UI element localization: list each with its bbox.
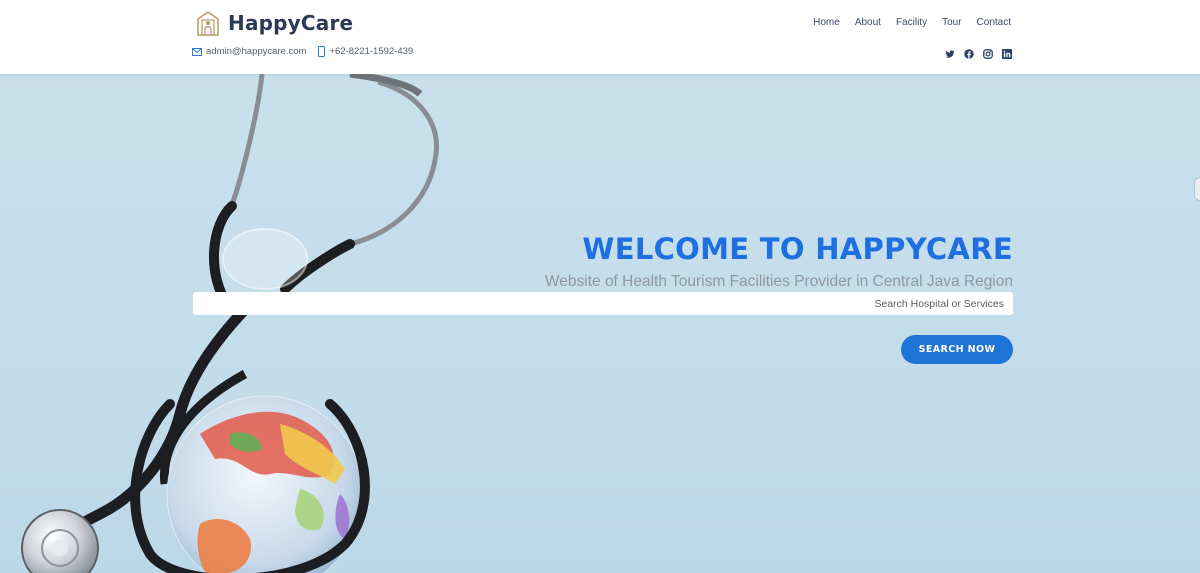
- email-contact[interactable]: admin@happycare.com: [192, 46, 306, 57]
- phone-text: +62-8221-1592-439: [329, 46, 414, 57]
- hero-subtitle: Website of Health Tourism Facilities Pro…: [544, 273, 1013, 290]
- twitter-icon[interactable]: [945, 46, 955, 58]
- contact-info: admin@happycare.com +62-8221-1592-439: [192, 46, 413, 57]
- scroll-handle[interactable]: [1194, 177, 1200, 201]
- phone-contact[interactable]: +62-8221-1592-439: [318, 46, 413, 57]
- hospital-logo-icon: [197, 11, 219, 36]
- main-nav: Home About Facility Tour Contact: [813, 17, 1011, 28]
- facebook-icon[interactable]: [964, 46, 974, 59]
- site-header: HappyCare admin@happycare.com +62-8221-1…: [0, 0, 1200, 74]
- nav-facility[interactable]: Facility: [896, 17, 927, 28]
- email-text: admin@happycare.com: [206, 46, 307, 57]
- search-input[interactable]: [193, 292, 1013, 315]
- social-links: [945, 46, 1012, 59]
- instagram-icon[interactable]: [983, 46, 993, 59]
- brand-name: HappyCare: [228, 11, 354, 35]
- nav-about[interactable]: About: [855, 17, 881, 28]
- logo[interactable]: HappyCare: [196, 10, 353, 36]
- hero-title: WELCOME TO HAPPYCARE: [582, 232, 1013, 266]
- hero-section: WELCOME TO HAPPYCARE Website of Health T…: [0, 74, 1200, 573]
- nav-home[interactable]: Home: [813, 17, 840, 28]
- search-now-button[interactable]: SEARCH NOW: [901, 335, 1013, 364]
- nav-tour[interactable]: Tour: [942, 17, 961, 28]
- phone-icon: [318, 46, 326, 57]
- linkedin-icon[interactable]: [1002, 46, 1012, 59]
- stethoscope-globe-illustration: [21, 74, 439, 573]
- envelope-icon: [192, 47, 202, 56]
- nav-contact[interactable]: Contact: [977, 17, 1011, 28]
